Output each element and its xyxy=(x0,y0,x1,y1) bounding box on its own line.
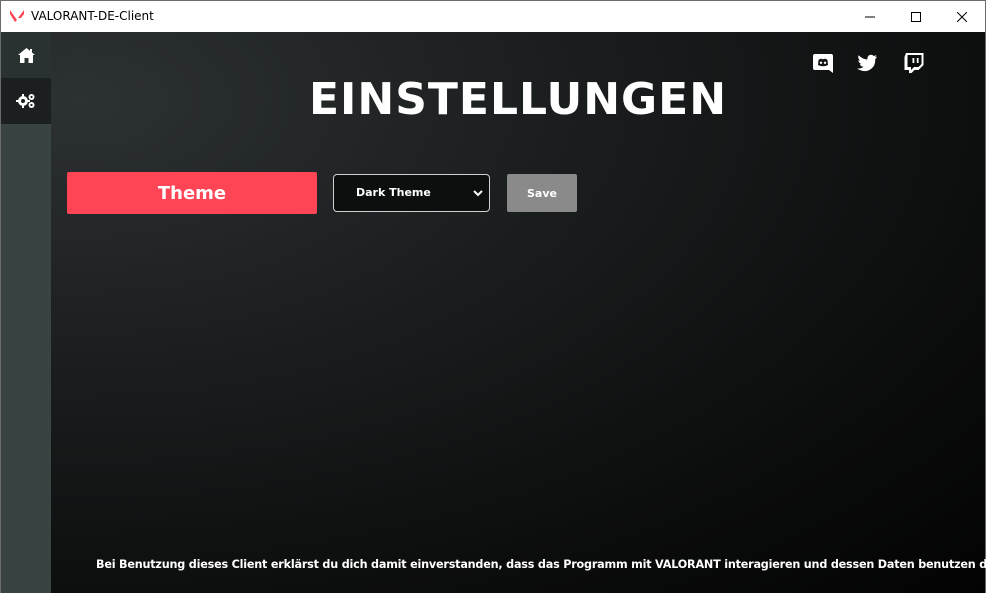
app-window: VALORANT-DE-Client EINSTELLUNGEN Theme D… xyxy=(0,0,986,593)
sidebar xyxy=(1,32,51,593)
minimize-button[interactable] xyxy=(847,1,893,32)
maximize-button[interactable] xyxy=(893,1,939,32)
chevron-down-icon xyxy=(473,190,483,197)
theme-label: Theme xyxy=(67,172,317,214)
valorant-logo-icon xyxy=(10,10,24,22)
home-icon xyxy=(17,47,35,63)
sidebar-item-home[interactable] xyxy=(1,32,51,78)
close-icon xyxy=(957,11,967,22)
twitch-icon[interactable] xyxy=(903,52,925,74)
twitter-icon[interactable] xyxy=(856,52,878,74)
window-title: VALORANT-DE-Client xyxy=(31,9,154,23)
save-button[interactable]: Save xyxy=(507,174,577,212)
title-bar[interactable]: VALORANT-DE-Client xyxy=(1,1,985,32)
minimize-icon xyxy=(865,16,875,17)
page-title: EINSTELLUNGEN xyxy=(308,74,728,125)
maximize-icon xyxy=(911,11,921,22)
theme-select-value: Dark Theme xyxy=(356,186,431,199)
close-button[interactable] xyxy=(939,1,985,32)
discord-icon[interactable] xyxy=(812,52,834,74)
theme-select[interactable]: Dark Theme xyxy=(333,174,490,212)
gears-icon xyxy=(16,94,35,108)
client-area: EINSTELLUNGEN Theme Dark Theme Save Bei … xyxy=(1,32,986,593)
sidebar-item-settings[interactable] xyxy=(1,78,51,124)
disclaimer-text: Bei Benutzung dieses Client erklärst du … xyxy=(96,558,986,571)
